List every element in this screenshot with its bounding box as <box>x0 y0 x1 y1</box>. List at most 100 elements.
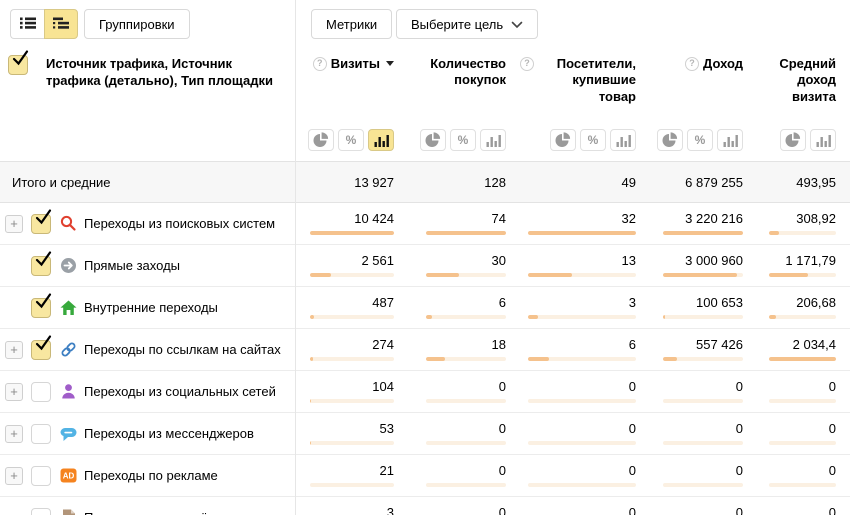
help-icon[interactable]: ? <box>520 57 534 71</box>
row-checkbox[interactable] <box>31 465 51 486</box>
metric-bar-fill <box>528 273 573 277</box>
metric-header-text: Визиты <box>330 56 380 71</box>
metric-value: 0 <box>828 379 836 394</box>
metric-value: 0 <box>498 505 506 515</box>
expander-slot: + <box>5 382 31 401</box>
metric-bar-fill <box>426 315 433 319</box>
display-mode-switcher <box>780 129 836 151</box>
expander-slot: + <box>5 214 31 233</box>
metric-bar <box>769 483 836 487</box>
row-checkbox[interactable] <box>31 423 51 444</box>
expand-row-button[interactable]: + <box>5 466 23 485</box>
metric-cell: 206,68 <box>757 287 850 328</box>
metric-cell: 2 034,4 <box>757 329 850 370</box>
percent-mode-button[interactable]: % <box>450 129 476 151</box>
row-checkbox[interactable] <box>31 208 52 234</box>
pie-mode-button[interactable] <box>780 129 806 151</box>
pie-mode-button[interactable] <box>657 129 683 151</box>
bar-chart-icon <box>723 134 738 147</box>
display-mode-switcher: % <box>550 129 636 151</box>
goal-select-button[interactable]: Выберите цель <box>396 9 539 39</box>
metric-value: 0 <box>828 463 836 478</box>
expander-slot: + <box>5 340 31 359</box>
metric-cell: 274 <box>295 329 408 370</box>
bars-mode-button[interactable] <box>610 129 636 151</box>
metric-bar-fill <box>663 231 743 235</box>
metric-bar-fill <box>310 399 311 403</box>
metric-bar <box>528 315 636 319</box>
bars-mode-button[interactable] <box>368 129 394 151</box>
row-checkbox[interactable] <box>31 334 52 360</box>
bar-chart-icon <box>816 134 831 147</box>
metric-header-label[interactable]: ? Посетители, купившие товар <box>520 56 636 105</box>
metric-bar <box>528 231 636 235</box>
bars-mode-button[interactable] <box>480 129 506 151</box>
row-checkbox[interactable] <box>31 381 51 402</box>
metric-bar <box>426 315 506 319</box>
chevron-down-icon <box>511 17 523 32</box>
list-view-icon <box>19 16 36 33</box>
metric-bar <box>528 441 636 445</box>
metric-header-text: Посетители, купившие товар <box>556 56 636 104</box>
pie-mode-button[interactable] <box>550 129 576 151</box>
expand-row-button[interactable]: + <box>5 214 23 233</box>
metric-value: 13 <box>621 253 636 268</box>
row-checkbox[interactable] <box>31 507 51 515</box>
metrics-button[interactable]: Метрики <box>311 9 393 39</box>
row-checkbox[interactable] <box>31 292 52 318</box>
metric-cell: 1 171,79 <box>757 245 850 286</box>
metric-value: 0 <box>735 379 743 394</box>
expand-row-button[interactable]: + <box>5 382 23 401</box>
help-icon[interactable]: ? <box>685 57 700 71</box>
metric-cell: 3 000 960 <box>650 245 757 286</box>
row-checkbox[interactable] <box>31 250 52 276</box>
metric-value: 0 <box>735 505 743 515</box>
metric-cell: 0 <box>757 413 850 454</box>
metric-value: 32 <box>621 211 636 226</box>
percent-mode-button[interactable]: % <box>338 129 364 151</box>
internal-icon <box>60 299 77 316</box>
table-row: + Переходы по ссылкам на сайтах 274 18 6 557 … <box>0 329 850 371</box>
metric-bar <box>310 315 394 319</box>
metric-value: 0 <box>828 505 836 515</box>
metric-bar <box>663 483 743 487</box>
metric-bar <box>426 357 506 361</box>
pie-mode-button[interactable] <box>420 129 446 151</box>
groupings-button[interactable]: Группировки <box>84 9 190 39</box>
metric-value: 2 034,4 <box>792 337 836 352</box>
expand-row-button[interactable]: + <box>5 340 23 359</box>
table-row: + Переходы из мессенджеров 53 0 0 0 0 <box>0 413 850 455</box>
dimension-cell: + Переходы из поисковых систем <box>0 203 295 244</box>
metric-bar <box>663 399 743 403</box>
report-toolbar: Группировки Метрики Выберите цель <box>0 0 850 46</box>
metric-header-label[interactable]: ? Доход <box>685 56 743 72</box>
pie-chart-icon <box>425 132 441 148</box>
metric-value: 128 <box>484 174 506 190</box>
table-row: Прямые заходы 2 561 30 13 3 000 960 1 171,79 <box>0 245 850 287</box>
metric-value: 49 <box>621 174 636 190</box>
dimension-cell: + Переходы из социальных сетей <box>0 371 295 412</box>
metric-bar <box>426 273 506 277</box>
percent-mode-button[interactable]: % <box>580 129 606 151</box>
select-all-checkbox[interactable] <box>8 50 29 75</box>
metric-value: 3 220 216 <box>685 211 743 226</box>
metric-cell: 32 <box>520 203 650 244</box>
bars-mode-button[interactable] <box>810 129 836 151</box>
tree-view-button[interactable] <box>44 9 78 39</box>
metric-value: 10 424 <box>354 211 394 226</box>
metric-cell: 3 <box>295 497 408 515</box>
column-divider <box>295 0 296 515</box>
metric-header-label[interactable]: Средний доход визита <box>757 56 836 105</box>
bars-mode-button[interactable] <box>717 129 743 151</box>
metric-cell: 74 <box>408 203 520 244</box>
display-mode-switcher: % <box>308 129 394 151</box>
help-icon[interactable]: ? <box>312 57 327 71</box>
bar-chart-icon <box>616 134 631 147</box>
list-view-button[interactable] <box>10 9 44 39</box>
percent-mode-button[interactable]: % <box>687 129 713 151</box>
metric-header-label[interactable]: Количество покупок <box>408 56 506 89</box>
row-label: Переходы с сохранённых страниц <box>84 510 290 515</box>
expand-row-button[interactable]: + <box>5 424 23 443</box>
pie-mode-button[interactable] <box>308 129 334 151</box>
metric-header-label[interactable]: ? Визиты <box>312 56 394 72</box>
